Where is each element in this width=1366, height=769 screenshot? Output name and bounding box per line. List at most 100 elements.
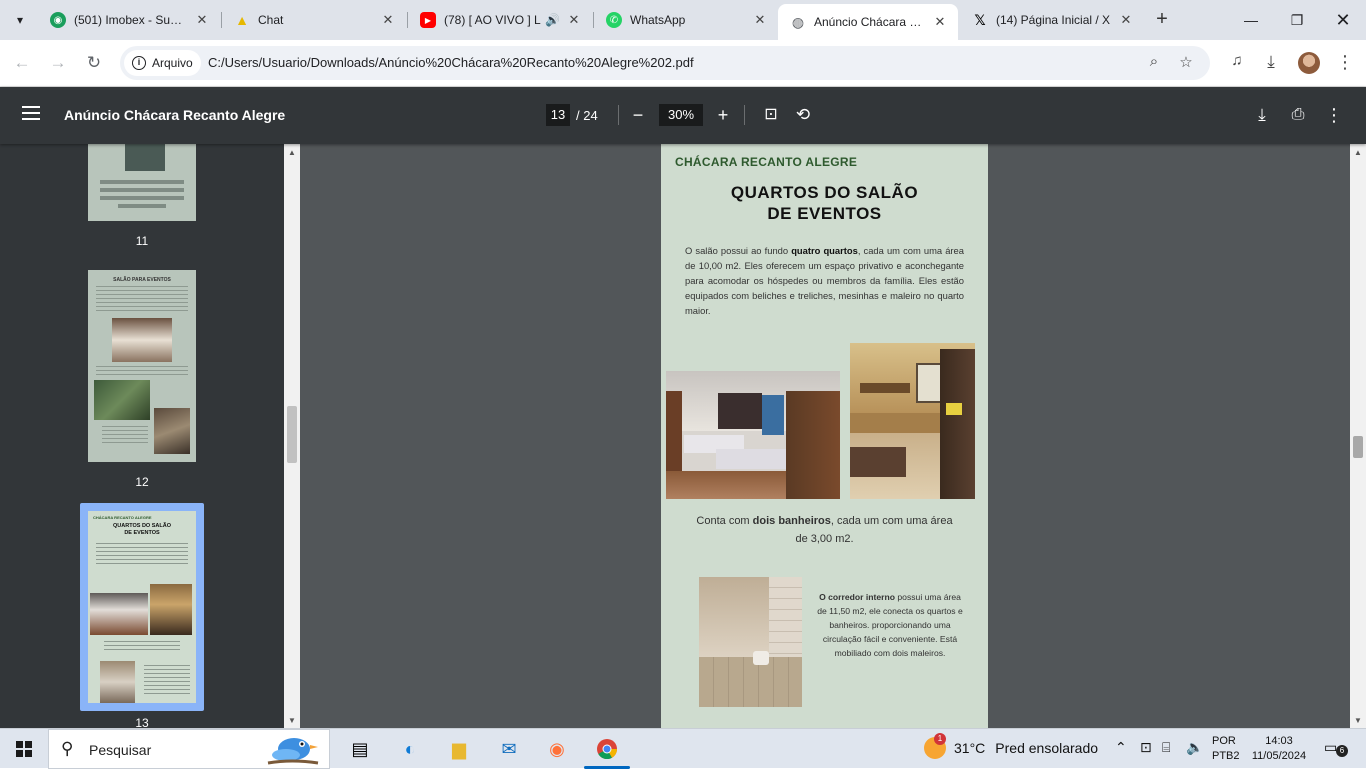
thumbnail-page-11[interactable] — [88, 144, 196, 221]
scroll-down-icon[interactable]: ▼ — [288, 716, 296, 725]
avatar[interactable] — [1298, 52, 1320, 74]
media-icon[interactable]: ♫ — [1226, 52, 1248, 74]
speaker-icon[interactable]: 🔊 — [545, 13, 560, 27]
sidebar-scroll-thumb[interactable] — [287, 406, 297, 463]
zoom-icon[interactable]: ⌕ — [1144, 53, 1164, 73]
close-icon[interactable]: ✕ — [380, 12, 396, 28]
sun-icon: 1 — [924, 733, 946, 759]
close-window-button[interactable]: ✕ — [1320, 0, 1366, 40]
viewer-scrollbar[interactable]: ▲ ▼ — [1350, 144, 1366, 728]
whatsapp-icon: ✆ — [606, 12, 622, 28]
forward-button[interactable]: → — [44, 49, 72, 77]
tab-pdf-active[interactable]: ◍ Anúncio Chácara Rec ✕ — [778, 4, 958, 40]
thumbnail-page-12[interactable]: SALÃO PARA EVENTOS — [88, 270, 196, 462]
close-icon[interactable]: ✕ — [566, 12, 582, 28]
pdf-page: CHÁCARA RECANTO ALEGRE QUARTOS DO SALÃO … — [661, 144, 988, 728]
tab-strip: ▾ ◉ (501) Imobex - Sua im ✕ ▲ Chat ✕ ▶ (… — [0, 0, 1366, 40]
mail-icon[interactable]: ✉ — [494, 735, 524, 763]
tab-whatsapp[interactable]: ✆ WhatsApp ✕ — [594, 4, 778, 36]
clock-date: 11/05/2024 — [1251, 750, 1307, 762]
viewer-scroll-thumb[interactable] — [1353, 436, 1363, 458]
pdf-viewer[interactable]: CHÁCARA RECANTO ALEGRE QUARTOS DO SALÃO … — [300, 144, 1350, 728]
download-icon[interactable]: ⤓ — [1250, 103, 1274, 127]
download-icon[interactable]: ⤓ — [1260, 52, 1282, 74]
task-view-icon[interactable]: ▤ — [345, 735, 375, 763]
restore-button[interactable]: ❐ — [1274, 0, 1320, 40]
notification-count: 6 — [1336, 745, 1348, 757]
tab-x[interactable]: 𝕏 (14) Página Inicial / X ✕ — [960, 4, 1144, 36]
file-explorer-icon[interactable]: ▆ — [444, 735, 474, 763]
zoom-out-button[interactable]: − — [626, 103, 650, 127]
search-placeholder: Pesquisar — [89, 742, 152, 758]
tab-title: Anúncio Chácara Rec — [814, 15, 926, 29]
clock-time: 14:03 — [1265, 735, 1293, 747]
url-text[interactable]: C:/Users/Usuario/Downloads/Anúncio%20Chá… — [208, 55, 694, 70]
edge-icon[interactable]: ◐ — [395, 735, 425, 763]
address-bar[interactable]: i Arquivo C:/Users/Usuario/Downloads/Anú… — [120, 46, 1210, 80]
new-tab-button[interactable]: + — [1150, 8, 1174, 32]
chrome-logo-icon — [597, 739, 618, 760]
keyboard-layout: PTB2 — [1212, 750, 1240, 762]
thumbnail-label: 11 — [135, 234, 149, 248]
notification-icon[interactable]: ▭ 6 — [1324, 739, 1348, 757]
rotate-icon[interactable]: ⟲ — [791, 103, 815, 127]
page-number-input[interactable]: 13 — [546, 104, 570, 126]
text-bold: quatro quartos — [791, 245, 858, 256]
minimize-button[interactable]: — — [1228, 0, 1274, 40]
close-icon[interactable]: ✕ — [752, 12, 768, 28]
windows-start-icon[interactable] — [16, 741, 32, 757]
weather-widget[interactable]: 1 31°C Pred ensolarado — [924, 733, 1099, 759]
scroll-down-icon[interactable]: ▼ — [1354, 716, 1362, 725]
tray-app-icon[interactable]: ⊡ — [1140, 739, 1152, 756]
more-vert-icon[interactable]: ⋮ — [1334, 52, 1356, 74]
browser-toolbar: ← → ↻ i Arquivo C:/Users/Usuario/Downloa… — [0, 40, 1366, 87]
thumbnail-heading: QUARTOS DO SALÃO DE EVENTOS — [113, 523, 171, 536]
close-icon[interactable]: ✕ — [1118, 12, 1134, 28]
tab-imobex[interactable]: ◉ (501) Imobex - Sua im ✕ — [38, 4, 220, 36]
network-icon[interactable]: ⌸ — [1162, 739, 1170, 756]
brand-title: CHÁCARA RECANTO ALEGRE — [675, 155, 858, 169]
weather-desc: Pred ensolarado — [995, 740, 1099, 756]
globe-icon: ◍ — [791, 13, 805, 30]
close-icon[interactable]: ✕ — [194, 12, 210, 28]
heading-line: DE EVENTOS — [767, 204, 882, 223]
info-icon: i — [132, 56, 146, 70]
corridor-paragraph: O corredor interno possui uma área de 11… — [815, 590, 965, 660]
chrome-icon[interactable] — [592, 735, 622, 763]
clock[interactable]: 14:03 11/05/2024 — [1250, 734, 1308, 764]
back-button[interactable]: ← — [8, 49, 36, 77]
close-icon[interactable]: ✕ — [932, 14, 948, 30]
tab-search-button[interactable]: ▾ — [6, 6, 34, 34]
volume-icon[interactable]: 🔈 — [1186, 739, 1203, 756]
arrow-left-icon: ← — [13, 53, 31, 72]
page-heading: QUARTOS DO SALÃO DE EVENTOS — [661, 182, 988, 224]
fit-page-icon[interactable]: ⊡ — [759, 103, 783, 127]
language-indicator[interactable]: POR PTB2 — [1212, 734, 1240, 764]
sidebar-scrollbar[interactable]: ▲ ▼ — [284, 144, 300, 728]
scroll-up-icon[interactable]: ▲ — [1354, 148, 1362, 157]
star-icon[interactable]: ☆ — [1176, 53, 1196, 73]
tab-chat[interactable]: ▲ Chat ✕ — [222, 4, 406, 36]
menu-icon[interactable] — [22, 106, 40, 120]
zoom-input[interactable]: 30% — [659, 104, 703, 126]
lang-code: POR — [1212, 735, 1236, 747]
tab-title: (14) Página Inicial / X — [996, 13, 1111, 27]
chip-label: Arquivo — [152, 56, 193, 70]
more-vert-icon[interactable]: ⋮ — [1322, 103, 1346, 127]
thumbnail-page-13[interactable]: CHÁCARA RECANTO ALEGRE QUARTOS DO SALÃO … — [88, 511, 196, 703]
room-photo-2 — [850, 343, 975, 499]
firefox-icon[interactable]: ◉ — [542, 735, 572, 763]
text: Conta com — [696, 515, 753, 527]
print-icon[interactable]: ⎙ — [1286, 103, 1310, 127]
reload-button[interactable]: ↻ — [80, 49, 108, 77]
tab-youtube[interactable]: ▶ (78) [ AO VIVO ] L 🔊 ✕ — [408, 4, 592, 36]
scroll-up-icon[interactable]: ▲ — [288, 148, 296, 157]
zoom-in-button[interactable]: + — [711, 103, 735, 127]
site-info-chip[interactable]: i Arquivo — [124, 50, 201, 76]
text-bold: O corredor interno — [819, 592, 895, 602]
tab-title: (501) Imobex - Sua im — [74, 13, 188, 27]
search-icon: ⚲ — [61, 739, 74, 758]
chevron-up-icon[interactable]: ⌃ — [1115, 739, 1127, 756]
thumbnail-heading: SALÃO PARA EVENTOS — [113, 277, 171, 283]
weather-badge: 1 — [934, 733, 946, 745]
